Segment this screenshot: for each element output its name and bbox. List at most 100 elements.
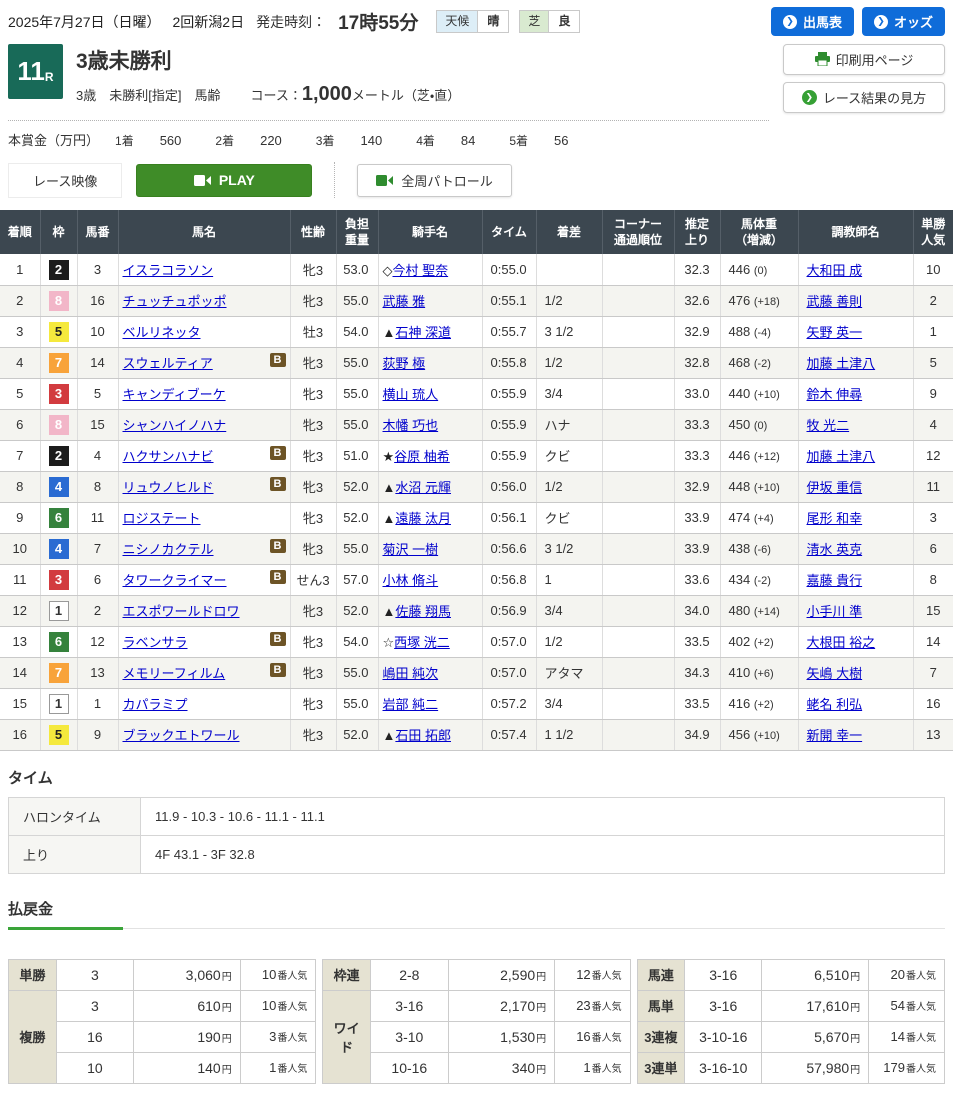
- body-weight: 434 (-2): [720, 564, 799, 596]
- trainer-name-link[interactable]: 加藤 土津八: [807, 356, 876, 371]
- furlong-time-value: 11.9 - 10.3 - 10.6 - 11.1 - 11.1: [140, 796, 945, 836]
- payout-popularity: 54番人気: [868, 989, 945, 1022]
- trainer-name-link[interactable]: 武藤 善則: [807, 294, 863, 309]
- jockey-name-link[interactable]: 武藤 雅: [383, 294, 426, 309]
- estimated-last-3f: 32.9: [674, 471, 721, 503]
- yen-suffix: 円: [850, 1064, 861, 1076]
- payout-popularity: 3番人気: [239, 1020, 317, 1053]
- jockey-name-link[interactable]: 小林 脩斗: [383, 573, 439, 588]
- horse-name-cell: カパラミプ: [118, 688, 291, 720]
- trainer-name-link[interactable]: 清水 英克: [807, 542, 863, 557]
- horse-name-link[interactable]: ロジステート: [123, 511, 201, 526]
- horse-name-link[interactable]: スウェルティア: [123, 356, 213, 371]
- prize-item: 5着 56: [509, 132, 568, 149]
- results-guide-button[interactable]: ❯ レース結果の見方: [783, 82, 945, 113]
- trainer-name-link[interactable]: 嘉藤 貴行: [807, 573, 863, 588]
- prize-rank: 1着: [115, 134, 134, 148]
- corner-order: [602, 347, 675, 379]
- bet-type-label: 枠連: [322, 958, 371, 991]
- bet-type-label: 馬連: [636, 958, 686, 991]
- jockey-name-link[interactable]: 横山 琉人: [383, 387, 439, 402]
- finish-position: 13: [0, 626, 41, 658]
- jockey-name-link[interactable]: 木幡 巧也: [383, 418, 439, 433]
- horse-name-link[interactable]: シャンハイノハナ: [123, 418, 227, 433]
- jockey-name-link[interactable]: 菊沢 一樹: [383, 542, 439, 557]
- play-button[interactable]: PLAY: [136, 163, 313, 197]
- corner-order: [602, 471, 675, 503]
- trainer-name-link[interactable]: 鈴木 伸尋: [807, 387, 863, 402]
- jockey-name-link[interactable]: 佐藤 翔馬: [395, 604, 451, 619]
- blinkers-badge: B: [269, 663, 286, 678]
- horse-name-link[interactable]: ハクサンハナビ: [123, 449, 214, 464]
- trainer-name-link[interactable]: 新開 幸一: [807, 728, 863, 743]
- horse-name-link[interactable]: キャンディブーケ: [123, 387, 226, 402]
- jockey-name-link[interactable]: 岩部 純二: [383, 697, 439, 712]
- horse-name-link[interactable]: リュウノヒルド: [123, 480, 214, 495]
- sex-age: 牝3: [290, 595, 337, 627]
- result-row: 9 6 11 ロジステート 牝3 52.0 ▲遠藤 汰月 0:56.1 クビ 33.9 474 (+…: [0, 502, 953, 534]
- print-page-button[interactable]: 印刷用ページ: [783, 44, 945, 75]
- corner-order: [602, 502, 675, 534]
- odds-button[interactable]: ❯ オッズ: [861, 7, 945, 36]
- trainer-name-link[interactable]: 蛯名 利弘: [807, 697, 863, 712]
- trainer-name-link[interactable]: 伊坂 重信: [807, 480, 863, 495]
- horse-name-link[interactable]: エスポワールドロワ: [123, 604, 240, 619]
- frame-cell: 3: [40, 564, 78, 596]
- horse-name-link[interactable]: カパラミプ: [123, 697, 188, 712]
- horse-name-link[interactable]: ベルリネッタ: [123, 325, 201, 340]
- win-popularity: 8: [913, 564, 953, 596]
- trainer-cell: 加藤 土津八: [798, 347, 914, 379]
- trainer-name-link[interactable]: 尾形 和幸: [807, 511, 863, 526]
- finish-time: 0:55.9: [482, 409, 537, 441]
- payout-row: 3連複 3-10-16 5,670円 14番人気: [636, 1020, 945, 1053]
- carried-weight: 52.0: [336, 471, 379, 503]
- results-body: 1 2 3 イスラコラソン 牝3 53.0 ◇今村 聖奈 0:55.0 32.3 446 (0) 大…: [0, 254, 953, 751]
- jockey-name-link[interactable]: 水沼 元輝: [395, 480, 451, 495]
- result-row: 1 2 3 イスラコラソン 牝3 53.0 ◇今村 聖奈 0:55.0 32.3 446 (0) 大…: [0, 254, 953, 286]
- horse-name-link[interactable]: イスラコラソン: [123, 263, 214, 278]
- carried-weight: 55.0: [336, 347, 379, 379]
- jockey-name-link[interactable]: 荻野 極: [383, 356, 426, 371]
- body-weight: 416 (+2): [720, 688, 799, 720]
- jockey-name-link[interactable]: 今村 聖奈: [393, 263, 449, 278]
- patrol-video-button[interactable]: 全周パトロール: [357, 163, 512, 197]
- trainer-name-link[interactable]: 小手川 準: [807, 604, 863, 619]
- shutsuba-button[interactable]: ❯ 出馬表: [770, 7, 854, 36]
- horse-name-link[interactable]: ブラックエトワール: [123, 728, 240, 743]
- frame-number-badge: 2: [48, 259, 69, 280]
- jockey-name-link[interactable]: 西塚 洸二: [394, 635, 450, 650]
- jockey-name-link[interactable]: 嶋田 純次: [383, 666, 439, 681]
- race-video-label: レース映像: [8, 162, 123, 198]
- horse-name-link[interactable]: チュッチュポッポ: [123, 294, 227, 309]
- trainer-name-link[interactable]: 大根田 裕之: [807, 635, 876, 650]
- ninki-suffix: 番人気: [591, 1064, 622, 1076]
- blinkers-badge: B: [269, 539, 286, 554]
- jockey-name-link[interactable]: 谷原 柚希: [394, 449, 450, 464]
- payout-combination: 3-16: [684, 989, 763, 1022]
- finish-position: 3: [0, 316, 41, 348]
- finish-time: 0:55.7: [482, 316, 537, 348]
- horse-name-link[interactable]: ラベンサラ: [123, 635, 188, 650]
- jockey-cell: 木幡 巧也: [378, 409, 483, 441]
- horse-name-link[interactable]: ニシノカクテル: [123, 542, 214, 557]
- horse-number: 12: [77, 626, 119, 658]
- payout-combination: 3: [55, 989, 135, 1022]
- trainer-name-link[interactable]: 大和田 成: [807, 263, 863, 278]
- trainer-name-link[interactable]: 矢野 英一: [807, 325, 863, 340]
- results-header-row: 着順枠馬番 馬名 性齢 負担 重量 騎手名 タイム 着差 コーナー 通過順位 推定 上り 馬体重 …: [0, 210, 953, 255]
- jockey-name-link[interactable]: 石田 拓郎: [395, 728, 451, 743]
- trainer-name-link[interactable]: 矢嶋 大樹: [807, 666, 863, 681]
- jockey-name-link[interactable]: 遠藤 汰月: [395, 511, 451, 526]
- horse-name-link[interactable]: メモリーフィルム: [123, 666, 226, 681]
- jockey-name-link[interactable]: 石神 深道: [395, 325, 451, 340]
- jockey-cell: ▲遠藤 汰月: [378, 502, 483, 534]
- trainer-name-link[interactable]: 加藤 土津八: [807, 449, 876, 464]
- finish-position: 1: [0, 254, 41, 286]
- horse-number: 11: [77, 502, 119, 534]
- sex-age: 牝3: [290, 657, 337, 689]
- horse-name-cell: イスラコラソン: [118, 254, 291, 286]
- horse-name-link[interactable]: タワークライマー: [123, 573, 227, 588]
- trainer-name-link[interactable]: 牧 光二: [807, 418, 850, 433]
- trainer-cell: 鈴木 伸尋: [798, 378, 914, 410]
- finish-time: 0:56.8: [482, 564, 537, 596]
